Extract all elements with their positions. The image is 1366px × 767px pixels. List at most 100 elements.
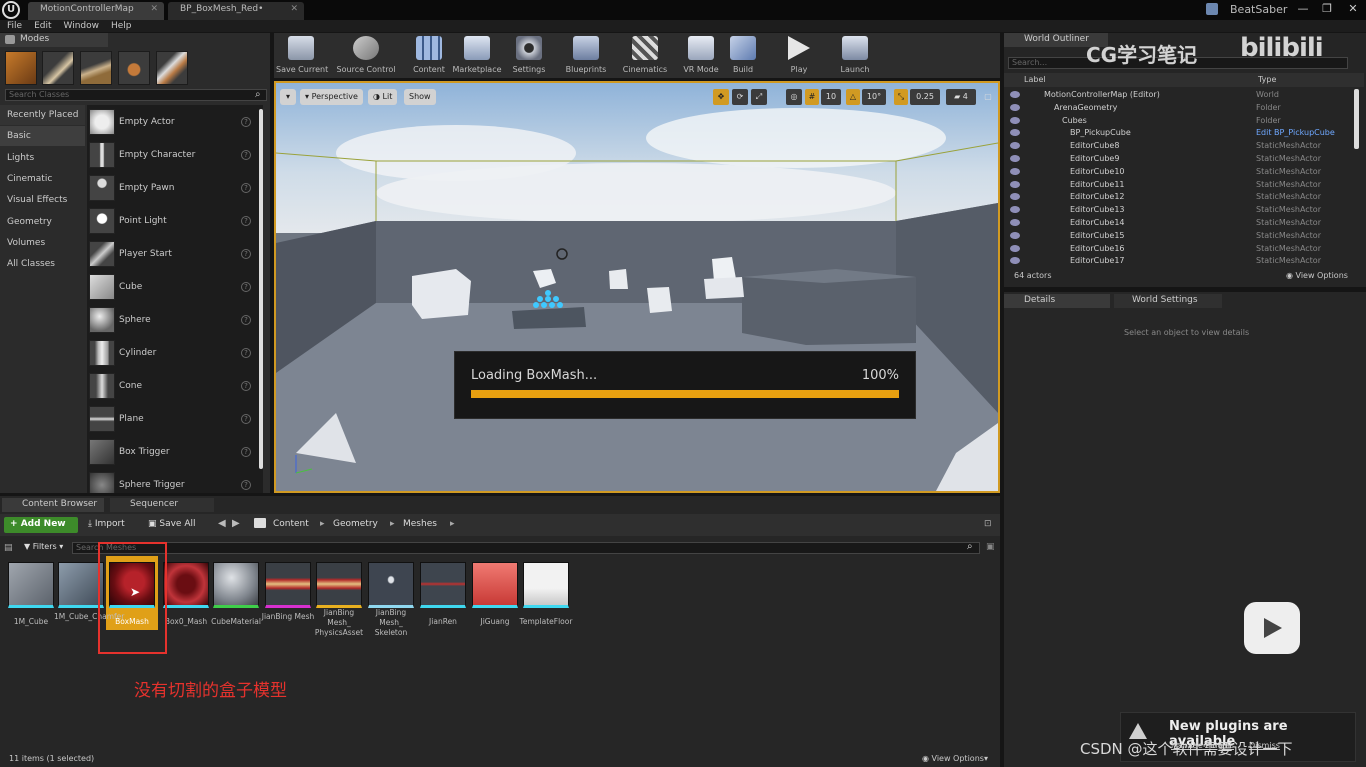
outliner-row[interactable]: EditorCube15 StaticMeshActor xyxy=(1004,230,1364,243)
modes-tab[interactable]: Modes xyxy=(0,33,108,47)
surface-snap-icon[interactable]: ◎ xyxy=(786,89,802,105)
blueprints-button[interactable]: Blueprints xyxy=(558,35,614,77)
perspective-button[interactable]: ▾ Perspective xyxy=(300,89,363,105)
place-mode-icon[interactable] xyxy=(5,51,37,85)
cinematics-button[interactable]: Cinematics xyxy=(617,35,673,77)
category-geometry[interactable]: Geometry xyxy=(0,212,85,232)
eye-icon[interactable] xyxy=(1010,142,1020,150)
eye-icon[interactable] xyxy=(1010,257,1020,265)
outliner-row[interactable]: EditorCube13 StaticMeshActor xyxy=(1004,204,1364,217)
asset-1m-cube[interactable] xyxy=(8,562,54,608)
source-control-button[interactable]: Source Control xyxy=(336,35,396,77)
help-icon[interactable]: ? xyxy=(241,150,251,160)
outliner-row[interactable]: MotionControllerMap (Editor) World xyxy=(1004,89,1364,102)
category-volumes[interactable]: Volumes xyxy=(0,233,85,253)
details-tab[interactable]: Details xyxy=(1004,294,1110,308)
help-icon[interactable]: ? xyxy=(241,480,251,490)
eye-icon[interactable] xyxy=(1010,244,1020,252)
class-item[interactable]: Empty Actor? xyxy=(87,107,255,139)
cb-search-input[interactable]: Search Meshes xyxy=(72,542,980,554)
menu-edit[interactable]: Edit xyxy=(34,21,51,31)
eye-icon[interactable] xyxy=(1010,155,1020,162)
outliner-row[interactable]: EditorCube12 StaticMeshActor xyxy=(1004,191,1364,204)
scale-tool-icon[interactable]: ⤢ xyxy=(751,89,767,105)
class-item[interactable]: Sphere Trigger? xyxy=(87,470,255,493)
class-item[interactable]: Sphere? xyxy=(87,305,255,337)
lock-icon[interactable]: ⊡ xyxy=(984,519,992,529)
play-button[interactable]: Play xyxy=(774,35,824,77)
outliner-row[interactable]: EditorCube10 StaticMeshActor xyxy=(1004,166,1364,179)
help-icon[interactable]: ? xyxy=(241,117,251,127)
back-arrow-icon[interactable]: ◀ xyxy=(218,518,226,529)
category-recently-placed[interactable]: Recently Placed xyxy=(0,105,85,125)
breadcrumb-geometry[interactable]: Geometry xyxy=(333,519,378,529)
asset-cubematerial[interactable] xyxy=(213,562,259,608)
outliner-scrollbar[interactable] xyxy=(1354,89,1359,149)
help-icon[interactable]: ? xyxy=(241,183,251,193)
build-button[interactable]: Build xyxy=(718,35,768,77)
class-item[interactable]: Empty Pawn? xyxy=(87,173,255,205)
search-classes-input[interactable]: Search Classes xyxy=(5,89,267,101)
menu-help[interactable]: Help xyxy=(111,21,132,31)
menu-window[interactable]: Window xyxy=(64,21,100,31)
unreal-logo-icon[interactable]: U xyxy=(2,1,20,19)
grid-snap-icon[interactable]: # xyxy=(805,89,819,105)
tab-bp-boxmesh-red[interactable]: BP_BoxMesh_Red• ✕ xyxy=(168,2,304,20)
content-browser-tab[interactable]: Content Browser xyxy=(2,498,104,512)
col-type[interactable]: Type xyxy=(1258,75,1276,84)
translate-tool-icon[interactable]: ✥ xyxy=(713,89,729,105)
close-window-button[interactable]: ✕ xyxy=(1340,0,1366,18)
eye-icon[interactable] xyxy=(1010,231,1020,239)
tab-motioncontrollermap[interactable]: MotionControllerMap ✕ xyxy=(28,2,164,20)
eye-icon[interactable] xyxy=(1010,219,1020,226)
view-toggle-icon[interactable]: ▤ xyxy=(4,543,13,553)
eye-icon[interactable] xyxy=(1010,180,1020,188)
minimize-button[interactable]: — xyxy=(1290,0,1316,18)
eye-icon[interactable] xyxy=(1010,193,1020,201)
eye-icon[interactable] xyxy=(1010,116,1020,124)
close-icon[interactable]: ✕ xyxy=(150,4,158,14)
camera-speed-button[interactable]: ▰ 4 xyxy=(946,89,976,105)
class-item[interactable]: Point Light? xyxy=(87,206,255,238)
level-viewport[interactable]: ▾ ▾ Perspective ◑ Lit Show ✥ ⟳ ⤢ ◎ # 10 … xyxy=(274,81,1000,493)
outliner-row-type[interactable]: Edit BP_PickupCube xyxy=(1256,128,1335,137)
outliner-row[interactable]: EditorCube8 StaticMeshActor xyxy=(1004,140,1364,153)
eye-icon[interactable] xyxy=(1010,129,1020,137)
menu-file[interactable]: File xyxy=(7,21,22,31)
class-item[interactable]: Cylinder? xyxy=(87,338,255,370)
rotation-snap-value[interactable]: 10° xyxy=(862,89,886,105)
show-button[interactable]: Show xyxy=(404,89,436,105)
eye-icon[interactable] xyxy=(1010,206,1020,214)
outliner-row[interactable]: BP_PickupCube Edit BP_PickupCube xyxy=(1004,127,1364,140)
paint-mode-icon[interactable] xyxy=(42,51,74,85)
category-all-classes[interactable]: All Classes xyxy=(0,254,85,274)
help-icon[interactable]: ? xyxy=(241,381,251,391)
asset-box0-mash[interactable] xyxy=(163,562,209,608)
class-list-scrollbar[interactable] xyxy=(259,109,263,469)
scale-snap-value[interactable]: 0.25 xyxy=(910,89,940,105)
eye-icon[interactable] xyxy=(1010,103,1020,111)
outliner-row[interactable]: EditorCube11 StaticMeshActor xyxy=(1004,179,1364,192)
class-item[interactable]: Player Start? xyxy=(87,239,255,271)
help-icon[interactable]: ? xyxy=(241,414,251,424)
asset-jianbing-skeleton[interactable] xyxy=(368,562,414,608)
add-new-button[interactable]: + Add New xyxy=(4,517,78,533)
asset-jianbing-mesh[interactable] xyxy=(265,562,311,608)
outliner-row[interactable]: ArenaGeometry Folder xyxy=(1004,102,1364,115)
outliner-row[interactable]: EditorCube17 StaticMeshActor xyxy=(1004,255,1364,265)
outliner-row[interactable]: Cubes Folder xyxy=(1004,115,1364,128)
category-lights[interactable]: Lights xyxy=(0,148,85,168)
save-current-button[interactable]: Save Current xyxy=(276,35,328,77)
save-all-button[interactable]: ▣ Save All xyxy=(148,519,196,529)
outliner-row[interactable]: EditorCube14 StaticMeshActor xyxy=(1004,217,1364,230)
viewport-options-button[interactable]: ▾ xyxy=(280,89,296,105)
outliner-row[interactable]: EditorCube9 StaticMeshActor xyxy=(1004,153,1364,166)
landscape-mode-icon[interactable] xyxy=(80,51,112,85)
breadcrumb-meshes[interactable]: Meshes xyxy=(403,519,437,529)
help-icon[interactable]: ? xyxy=(241,249,251,259)
maximize-viewport-icon[interactable]: ▢ xyxy=(982,89,994,105)
eye-icon[interactable] xyxy=(1010,91,1020,98)
class-item[interactable]: Box Trigger? xyxy=(87,437,255,469)
save-search-icon[interactable]: ▣ xyxy=(986,542,995,552)
asset-jianbing-physics[interactable] xyxy=(316,562,362,608)
